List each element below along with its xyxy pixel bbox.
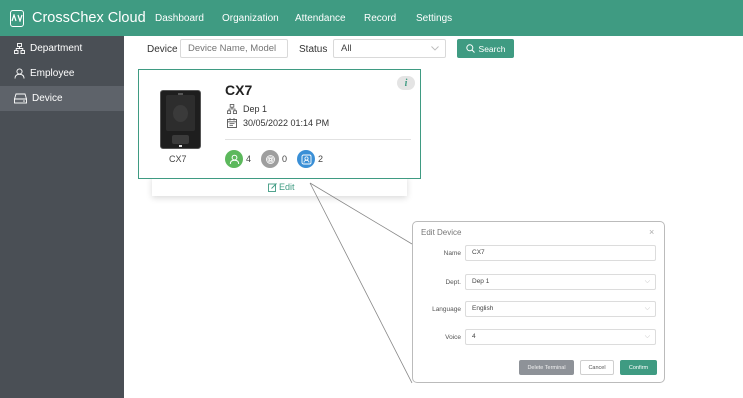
close-icon[interactable]: × [649, 227, 654, 237]
delete-terminal-button[interactable]: Delete Terminal [519, 360, 574, 375]
name-field-label: Name [443, 250, 461, 257]
dialog-title: Edit Device [421, 228, 462, 237]
voice-select-value: 4 [472, 333, 476, 340]
dept-select-value: Dep 1 [472, 278, 490, 285]
chevron-down-icon: ⌵ [644, 305, 650, 312]
chevron-down-icon: ⌵ [644, 333, 650, 340]
name-field-value: CX7 [472, 249, 485, 256]
dept-select[interactable]: Dep 1 ⌵ [465, 274, 656, 290]
language-select-value: English [472, 305, 494, 312]
name-field[interactable]: CX7 [465, 245, 656, 261]
voice-select[interactable]: 4 ⌵ [465, 329, 656, 345]
chevron-down-icon: ⌵ [644, 278, 650, 285]
voice-field-label: Voice [445, 334, 461, 341]
language-field-label: Language [432, 306, 461, 313]
language-select[interactable]: English ⌵ [465, 301, 656, 317]
dept-field-label: Dept. [445, 279, 461, 286]
cancel-button[interactable]: Cancel [580, 360, 614, 375]
confirm-button[interactable]: Confirm [620, 360, 657, 375]
edit-device-dialog: Edit Device × Name CX7 Dept. Dep 1 ⌵ Lan… [412, 221, 665, 383]
